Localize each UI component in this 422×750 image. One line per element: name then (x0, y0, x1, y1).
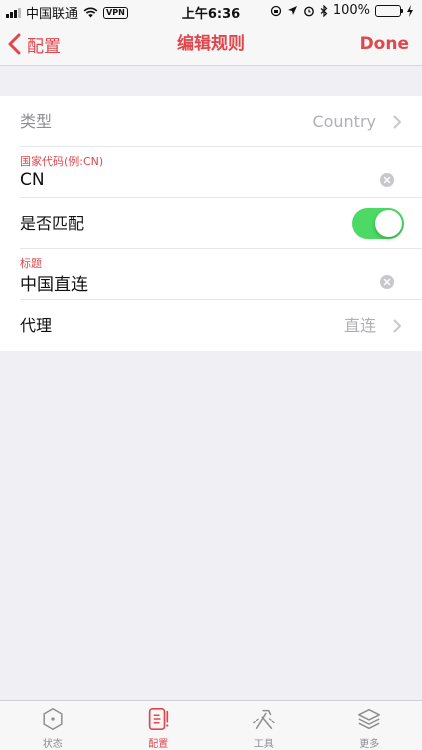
tab-config-label: 配置 (148, 739, 169, 750)
tab-tools[interactable]: 工具 (211, 701, 317, 750)
tab-bar: 状态 配置 工具 更多 (0, 700, 422, 750)
tools-icon (252, 709, 275, 730)
proxy-row[interactable]: 代理 直连 (20, 300, 422, 351)
document-icon (149, 707, 169, 731)
chevron-right-icon (393, 115, 401, 129)
hexagon-dot-icon (43, 708, 63, 730)
rule-form: 类型 Country 国家代码(例:CN) 是否匹配 标题 代理 直连 (0, 96, 422, 351)
clear-country-code-button[interactable] (380, 173, 394, 187)
match-row: 是否匹配 (20, 198, 422, 249)
toggle-knob (375, 210, 402, 237)
chevron-right-icon (393, 319, 401, 333)
country-code-input[interactable] (20, 169, 372, 191)
status-bar: 中国联通 VPN 上午6:36 100% (0, 0, 422, 22)
title-row: 标题 (20, 249, 422, 300)
country-code-label: 国家代码(例:CN) (20, 155, 104, 168)
battery-icon (375, 4, 403, 17)
screen-lock-icon (270, 5, 281, 16)
tab-status[interactable]: 状态 (0, 701, 106, 750)
charging-icon (407, 4, 413, 17)
battery-percent: 100% (332, 3, 370, 18)
tab-more[interactable]: 更多 (317, 701, 422, 750)
tab-more-label: 更多 (359, 739, 380, 750)
back-button[interactable]: 配置 (8, 22, 61, 66)
status-right: 100% (270, 3, 414, 18)
match-label: 是否匹配 (20, 214, 85, 233)
chevron-left-icon (8, 33, 21, 55)
match-toggle[interactable] (352, 208, 404, 239)
proxy-value: 直连 (343, 316, 376, 335)
type-value: Country (312, 112, 376, 131)
type-label: 类型 (20, 112, 53, 131)
title-input[interactable] (20, 271, 372, 293)
proxy-label: 代理 (20, 316, 53, 335)
type-row[interactable]: 类型 Country (20, 96, 422, 147)
bluetooth-icon (320, 4, 328, 17)
tab-config[interactable]: 配置 (106, 701, 212, 750)
title-label: 标题 (20, 257, 42, 270)
clear-icon (383, 278, 391, 286)
back-button-label: 配置 (27, 36, 61, 57)
location-icon (287, 6, 297, 15)
layers-icon (358, 708, 381, 730)
country-code-row: 国家代码(例:CN) (20, 147, 422, 198)
clear-title-button[interactable] (380, 275, 394, 289)
navigation-bar: 配置 编辑规则 Done (0, 22, 422, 66)
tab-status-label: 状态 (42, 739, 63, 750)
done-button[interactable]: Done (360, 22, 409, 66)
alarm-icon (303, 6, 314, 16)
clear-icon (383, 176, 391, 184)
tab-tools-label: 工具 (253, 739, 274, 750)
